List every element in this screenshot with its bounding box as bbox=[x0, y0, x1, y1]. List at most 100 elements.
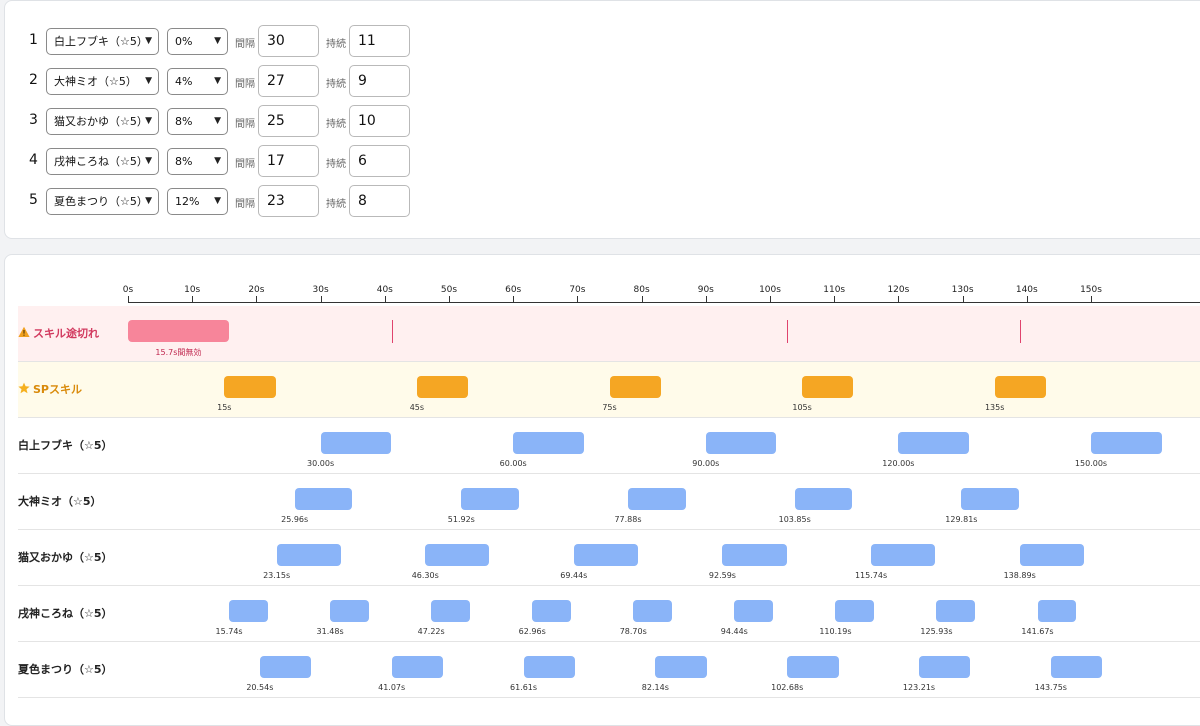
axis-tick-label: 90s bbox=[697, 285, 714, 295]
skill-bar bbox=[431, 600, 470, 622]
skill-bar bbox=[627, 488, 686, 510]
axis-tick-label: 140s bbox=[1015, 285, 1038, 295]
interval-input[interactable]: 30 bbox=[258, 25, 319, 57]
duration-label: 持続 bbox=[326, 79, 346, 90]
axis-tick-mark bbox=[384, 296, 386, 302]
duration-input[interactable]: 11 bbox=[349, 25, 410, 57]
skill-start-time: 31.48s bbox=[316, 627, 344, 636]
gap-mark bbox=[787, 320, 789, 343]
axis-tick-label: 40s bbox=[376, 285, 393, 295]
config-panel: 1 白上フブキ（☆5） ▼ 0% ▼ 間隔 30 持続 11 2 大神ミオ（☆5） ▼ 4% ▼ 間隔 27 持… bbox=[4, 0, 1200, 239]
timeline-panel: 0s 10s 20s 30s 40s 50s 60s 70s 80s 90s 100s 110s 120… bbox=[4, 254, 1200, 726]
duration-input[interactable]: 6 bbox=[349, 145, 410, 177]
sp-lane-label: SPスキル bbox=[18, 381, 82, 397]
skill-start-time: 115.74s bbox=[854, 571, 888, 580]
axis-tick-label: 100s bbox=[759, 285, 781, 295]
skill-bar bbox=[898, 432, 969, 454]
axis-tick-label: 110s bbox=[823, 285, 846, 295]
character-select[interactable]: 夏色まつり（☆5） ▼ bbox=[46, 188, 159, 215]
skill-bar bbox=[320, 432, 392, 454]
axis-line bbox=[128, 302, 1200, 303]
character-lane-label: 白上フブキ（☆5） bbox=[18, 439, 113, 452]
sp-skill-bar bbox=[609, 376, 661, 398]
sp-skill-time: 15s bbox=[217, 403, 232, 412]
skill-bar bbox=[961, 488, 1020, 510]
skill-bar bbox=[229, 600, 268, 622]
axis-tick-mark bbox=[1026, 296, 1028, 302]
skill-bar bbox=[705, 432, 777, 454]
interval-input[interactable]: 23 bbox=[258, 185, 319, 217]
character-lane: 猫又おかゆ（☆5） 23.15s 46.30s 69.44s 92.59s 115.74s… bbox=[18, 530, 1200, 586]
axis-tick-mark bbox=[770, 296, 771, 302]
gap-lane: スキル途切れ 15.7s間無効 bbox=[18, 306, 1200, 362]
interval-input[interactable]: 25 bbox=[258, 105, 319, 137]
row-number: 4 bbox=[29, 152, 38, 168]
skill-start-time: 120.00s bbox=[882, 459, 915, 468]
axis-tick-mark bbox=[898, 296, 900, 302]
row-number: 5 bbox=[29, 192, 38, 208]
config-row: 4 戌神ころね（☆5） ▼ 8% ▼ 間隔 17 持続 6 bbox=[5, 145, 425, 179]
character-select[interactable]: 戌神ころね（☆5） ▼ bbox=[46, 148, 159, 175]
skill-start-time: 78.70s bbox=[619, 627, 647, 636]
axis-tick-mark bbox=[449, 296, 450, 302]
skill-start-time: 94.44s bbox=[720, 627, 748, 636]
duration-input[interactable]: 9 bbox=[349, 65, 410, 97]
chevron-down-icon: ▼ bbox=[145, 76, 152, 86]
axis-tick-label: 130s bbox=[951, 285, 974, 295]
skill-start-time: 125.93s bbox=[920, 627, 953, 636]
character-lane: 白上フブキ（☆5） 30.00s 60.00s 90.00s 120.00s 150.00… bbox=[18, 418, 1200, 474]
skill-bar bbox=[919, 656, 971, 678]
duration-input[interactable]: 8 bbox=[349, 185, 410, 217]
duration-input[interactable]: 10 bbox=[349, 105, 410, 137]
character-select[interactable]: 大神ミオ（☆5） ▼ bbox=[46, 68, 159, 95]
axis-tick-label: 0s bbox=[122, 285, 134, 295]
skill-start-time: 141.67s bbox=[1021, 627, 1054, 636]
character-lane-label: 大神ミオ（☆5） bbox=[18, 495, 102, 508]
sp-skill-bar bbox=[416, 376, 469, 398]
axis-tick-label: 70s bbox=[569, 285, 586, 295]
axis-tick-label: 50s bbox=[440, 285, 458, 295]
character-select[interactable]: 猫又おかゆ（☆5） ▼ bbox=[46, 108, 159, 135]
skill-start-time: 20.54s bbox=[246, 683, 274, 692]
interval-input[interactable]: 27 bbox=[258, 65, 319, 97]
gap-block bbox=[128, 320, 229, 342]
character-lane: 夏色まつり（☆5） 20.54s 41.07s 61.61s 82.14s 102.68s… bbox=[18, 642, 1200, 698]
sp-skill-time: 75s bbox=[602, 403, 617, 412]
axis-tick-label: 20s bbox=[248, 285, 265, 295]
skill-start-time: 90.00s bbox=[692, 459, 720, 468]
rate-select[interactable]: 8% ▼ bbox=[167, 148, 228, 175]
skill-bar bbox=[1091, 432, 1162, 454]
rate-select[interactable]: 0% ▼ bbox=[167, 28, 228, 55]
axis-tick-mark bbox=[128, 296, 129, 302]
interval-label: 間隔 bbox=[235, 79, 255, 90]
gap-block-label: 15.7s間無効 bbox=[155, 348, 202, 357]
rate-select[interactable]: 12% ▼ bbox=[167, 188, 228, 215]
rate-select[interactable]: 4% ▼ bbox=[167, 68, 228, 95]
interval-input[interactable]: 17 bbox=[258, 145, 319, 177]
chevron-down-icon: ▼ bbox=[214, 196, 221, 206]
sp-lane-text: SPスキル bbox=[33, 383, 82, 396]
axis-tick-label: 150s bbox=[1080, 285, 1102, 295]
chevron-down-icon: ▼ bbox=[145, 116, 152, 126]
axis-tick-mark bbox=[1091, 296, 1092, 302]
duration-label: 持続 bbox=[326, 39, 346, 50]
interval-label: 間隔 bbox=[235, 199, 255, 210]
duration-label: 持続 bbox=[326, 119, 346, 130]
axis-tick-mark bbox=[834, 296, 836, 302]
axis-tick-label: 80s bbox=[633, 285, 650, 295]
gap-mark bbox=[391, 320, 393, 343]
rate-select[interactable]: 8% ▼ bbox=[167, 108, 228, 135]
skill-bar bbox=[794, 488, 853, 510]
skill-start-time: 46.30s bbox=[411, 571, 439, 580]
chevron-down-icon: ▼ bbox=[214, 156, 221, 166]
character-select[interactable]: 白上フブキ（☆5） ▼ bbox=[46, 28, 159, 55]
sp-lane: SPスキル 15s 45s 75s 105s 135s bbox=[18, 362, 1200, 418]
skill-start-time: 23.15s bbox=[263, 571, 291, 580]
chevron-down-icon: ▼ bbox=[145, 156, 152, 166]
skill-start-time: 60.00s bbox=[499, 459, 527, 468]
config-row: 3 猫又おかゆ（☆5） ▼ 8% ▼ 間隔 25 持続 10 bbox=[5, 105, 425, 139]
skill-bar bbox=[425, 544, 490, 566]
skill-start-time: 30.00s bbox=[307, 459, 335, 468]
axis-tick-label: 120s bbox=[887, 285, 910, 295]
skill-start-time: 129.81s bbox=[945, 515, 978, 524]
